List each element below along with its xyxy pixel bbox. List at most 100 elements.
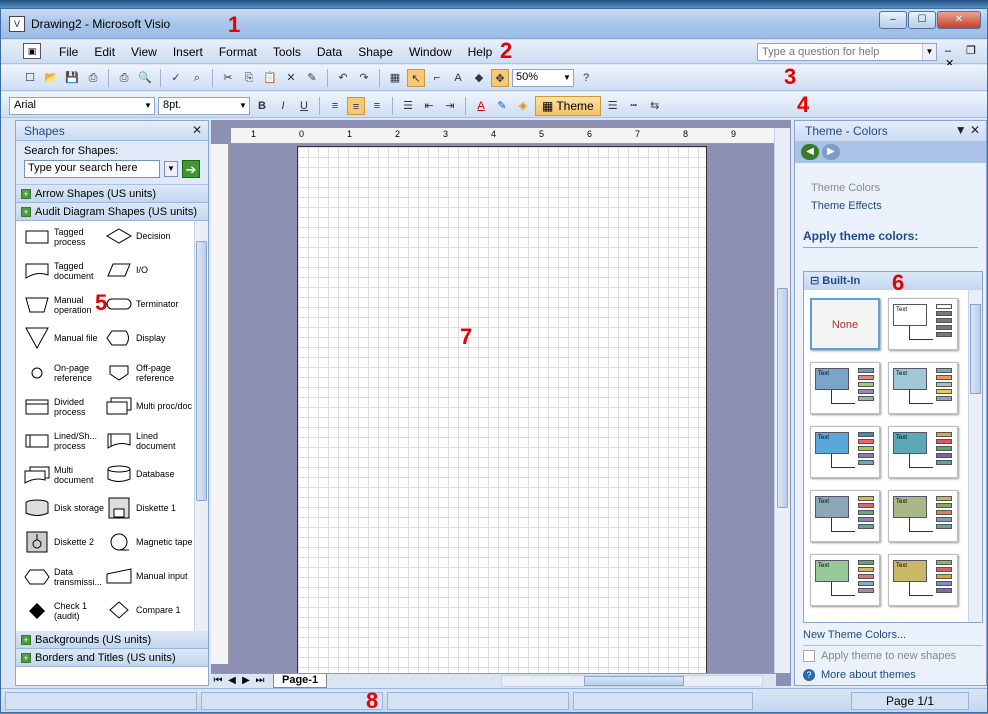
line-pattern-icon[interactable]: ┅ <box>625 97 643 115</box>
menu-data[interactable]: Data <box>309 45 350 59</box>
decrease-indent-icon[interactable]: ⇤ <box>420 97 438 115</box>
stencil-shape[interactable]: Manual file <box>24 327 112 349</box>
chevron-down-icon[interactable]: ▼ <box>922 44 936 60</box>
stencil-shape[interactable]: Manual input <box>106 567 194 585</box>
theme-button[interactable]: ▦ Theme <box>535 96 601 116</box>
align-center-icon[interactable]: ≡ <box>347 97 365 115</box>
italic-icon[interactable]: I <box>274 97 292 115</box>
menu-insert[interactable]: Insert <box>165 45 211 59</box>
format-painter-icon[interactable]: ✎ <box>303 69 321 87</box>
connector-tool-icon[interactable]: ⌐ <box>428 69 446 87</box>
forward-icon[interactable]: ▶ <box>822 144 840 160</box>
stencil-shape[interactable]: Multi proc/doc <box>106 397 194 415</box>
minimize-button[interactable]: ‒ <box>879 11 907 29</box>
menu-window[interactable]: Window <box>401 45 460 59</box>
theme-thumbnail[interactable]: Text <box>810 362 880 414</box>
drawing-page[interactable] <box>297 146 707 676</box>
stencil-shape[interactable]: Decision <box>106 227 194 245</box>
chevron-down-icon[interactable]: ▼ <box>164 161 178 177</box>
shapes-window-icon[interactable]: ▦ <box>386 69 404 87</box>
font-select[interactable]: Arial ▼ <box>9 97 155 115</box>
stencil-header[interactable]: + Audit Diagram Shapes (US units) <box>16 203 208 221</box>
line-color-icon[interactable]: ✎ <box>493 97 511 115</box>
theme-colors-link[interactable]: Theme Colors <box>811 179 970 197</box>
theme-thumbnail[interactable]: Text <box>810 426 880 478</box>
stencil-shape[interactable]: Terminator <box>106 295 194 313</box>
increase-indent-icon[interactable]: ⇥ <box>441 97 459 115</box>
stencil-shape[interactable]: Lined/Sh... process <box>24 431 112 451</box>
font-size-select[interactable]: 8pt. ▼ <box>158 97 250 115</box>
help-icon[interactable]: ? <box>577 69 595 87</box>
stencil-shape[interactable]: Compare 1 <box>106 601 194 619</box>
bullets-icon[interactable]: ☰ <box>399 97 417 115</box>
scroll-thumb[interactable] <box>970 304 981 394</box>
document-icon[interactable]: ▣ <box>23 43 41 59</box>
stencil-header[interactable]: + Arrow Shapes (US units) <box>16 185 208 203</box>
visio-app-icon[interactable]: V <box>9 16 25 32</box>
menu-shape[interactable]: Shape <box>350 45 401 59</box>
menu-view[interactable]: View <box>123 45 165 59</box>
canvas-horizontal-scrollbar[interactable] <box>501 675 763 687</box>
stencil-shape[interactable]: On-page reference <box>24 363 112 383</box>
stencil-shape[interactable]: Disk storage <box>24 499 112 517</box>
theme-thumbnail[interactable]: Text <box>888 298 958 350</box>
close-icon[interactable]: ▼ ✕ <box>955 123 980 137</box>
align-right-icon[interactable]: ≡ <box>368 97 386 115</box>
scroll-thumb[interactable] <box>777 288 788 508</box>
stencil-shape[interactable]: Diskette 2 <box>24 531 112 553</box>
stencil-shape[interactable]: Magnetic tape <box>106 533 194 551</box>
stencil-shape[interactable]: Check 1 (audit) <box>24 601 112 621</box>
menu-format[interactable]: Format <box>211 45 265 59</box>
line-weight-icon[interactable]: ☰ <box>604 97 622 115</box>
new-icon[interactable]: ☐ <box>21 69 39 87</box>
stencil-shape[interactable]: Database <box>106 465 194 483</box>
maximize-button[interactable]: ☐ <box>908 11 936 29</box>
title-bar[interactable]: V Drawing2 - Microsoft Visio ‒ ☐ ✕ <box>1 9 987 39</box>
align-left-icon[interactable]: ≡ <box>326 97 344 115</box>
fill-color-icon[interactable]: ◆ <box>470 69 488 87</box>
stencil-shape[interactable]: Off-page reference <box>106 363 194 383</box>
prev-page-icon[interactable]: ◀ <box>225 675 239 686</box>
stencil-shape[interactable]: Data transmissi... <box>24 567 112 587</box>
print-icon[interactable]: ⎙ <box>115 69 133 87</box>
theme-effects-link[interactable]: Theme Effects <box>811 197 970 215</box>
research-icon[interactable]: ⌕ <box>188 69 206 87</box>
chevron-down-icon[interactable]: ▼ <box>142 98 154 114</box>
text-tool-icon[interactable]: A <box>449 69 467 87</box>
spelling-icon[interactable]: ✓ <box>167 69 185 87</box>
theme-thumbnail[interactable]: Text <box>888 426 958 478</box>
theme-thumbnail[interactable]: Text <box>888 490 958 542</box>
paste-icon[interactable]: 📋 <box>261 69 279 87</box>
theme-thumbnail[interactable]: Text <box>888 554 958 606</box>
new-theme-colors-link[interactable]: New Theme Colors... <box>803 627 983 646</box>
stencil-shape[interactable]: Lined document <box>106 431 194 451</box>
search-go-button[interactable]: ➔ <box>182 160 200 178</box>
theme-thumbnail[interactable]: Text <box>888 362 958 414</box>
stencil-shape[interactable]: Diskette 1 <box>106 497 194 519</box>
theme-thumbnail[interactable]: Text <box>810 490 880 542</box>
stencil-shape[interactable]: I/O <box>106 261 194 279</box>
redo-icon[interactable]: ↷ <box>355 69 373 87</box>
underline-icon[interactable]: U <box>295 97 313 115</box>
last-page-icon[interactable]: ⏭ <box>253 675 267 686</box>
help-search-input[interactable]: Type a question for help ▼ <box>757 43 937 61</box>
font-color-icon[interactable]: A <box>472 97 490 115</box>
fill-bucket-icon[interactable]: ◈ <box>514 97 532 115</box>
more-about-themes-link[interactable]: ? More about themes <box>803 666 983 684</box>
close-button[interactable]: ✕ <box>937 11 981 29</box>
permission-icon[interactable]: ⎙ <box>84 69 102 87</box>
canvas-vertical-scrollbar[interactable] <box>774 128 790 673</box>
pointer-tool-icon[interactable]: ↖ <box>407 69 425 87</box>
checkbox[interactable] <box>803 650 815 662</box>
stencil-shape[interactable]: Display <box>106 329 194 347</box>
chevron-down-icon[interactable]: ▼ <box>561 70 573 86</box>
close-icon[interactable]: ✕ <box>192 123 202 137</box>
undo-icon[interactable]: ↶ <box>334 69 352 87</box>
gallery-scrollbar[interactable] <box>968 290 982 622</box>
next-page-icon[interactable]: ▶ <box>239 675 253 686</box>
back-icon[interactable]: ◀ <box>801 144 819 160</box>
page-tab[interactable]: Page-1 <box>273 673 328 688</box>
print-preview-icon[interactable]: 🔍 <box>136 69 154 87</box>
theme-none-thumbnail[interactable]: None <box>810 298 880 350</box>
stencil-scrollbar[interactable] <box>194 221 208 631</box>
